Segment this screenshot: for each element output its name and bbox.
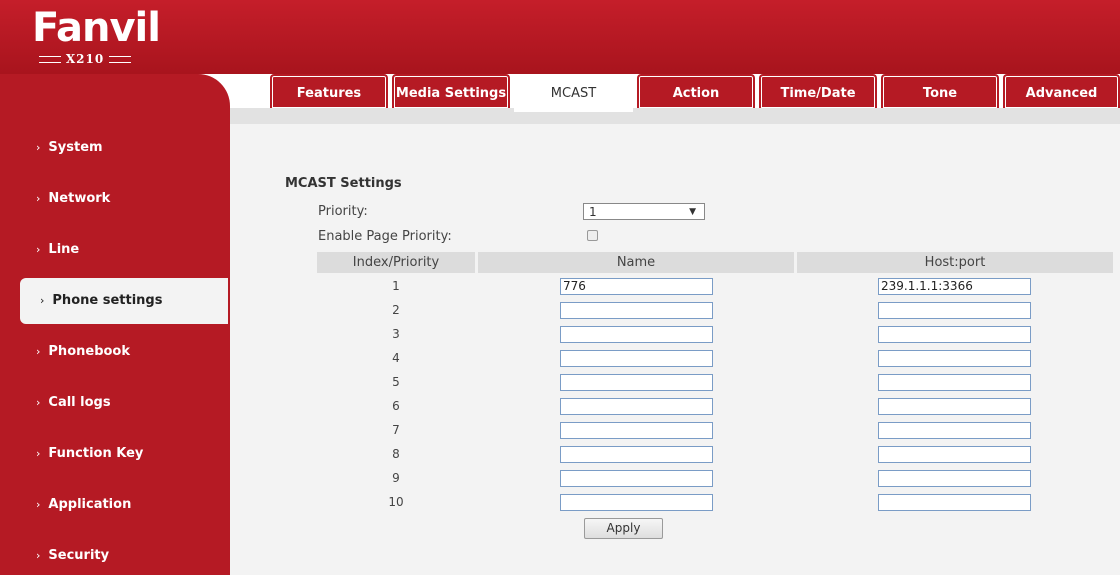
name-input[interactable]	[560, 470, 713, 487]
sidebar-item-function-key[interactable]: › Function Key	[0, 431, 228, 477]
chevron-right-icon: ›	[36, 396, 41, 409]
sidebar-item-network[interactable]: › Network	[0, 176, 228, 222]
sidebar-item-label: Phone settings	[52, 293, 163, 308]
tab-advanced[interactable]: Advanced	[1003, 74, 1120, 108]
host-port-input[interactable]	[878, 302, 1031, 319]
chevron-right-icon: ›	[36, 192, 41, 205]
sidebar-item-label: Phonebook	[48, 344, 131, 359]
row-index: 6	[392, 399, 400, 413]
row-index: 3	[392, 327, 400, 341]
sidebar-item-label: Application	[48, 497, 132, 512]
chevron-right-icon: ›	[36, 345, 41, 358]
host-port-input[interactable]	[878, 374, 1031, 391]
name-input[interactable]	[560, 374, 713, 391]
row-index: 5	[392, 375, 400, 389]
apply-button[interactable]: Apply	[584, 518, 663, 539]
tab-action[interactable]: Action	[637, 74, 755, 108]
chevron-right-icon: ›	[36, 498, 41, 511]
section-title: MCAST Settings	[285, 176, 402, 191]
sidebar-item-phonebook[interactable]: › Phonebook	[0, 329, 228, 375]
host-port-input[interactable]	[878, 326, 1031, 343]
chevron-right-icon: ›	[36, 141, 41, 154]
column-header-index: Index/Priority	[317, 252, 475, 273]
tab-media-settings[interactable]: Media Settings	[392, 74, 510, 108]
row-index: 7	[392, 423, 400, 437]
chevron-right-icon: ›	[36, 549, 41, 562]
tab-tone[interactable]: Tone	[881, 74, 999, 108]
fanvil-logo: Fanvil X210	[32, 6, 161, 66]
priority-select[interactable]: 1 ▼	[583, 203, 705, 220]
sidebar-item-label: Line	[48, 242, 80, 257]
sidebar-item-label: Network	[48, 191, 111, 206]
name-input[interactable]: 776	[560, 278, 713, 295]
host-port-input[interactable]: 239.1.1.1:3366	[878, 278, 1031, 295]
row-index: 4	[392, 351, 400, 365]
tab-features[interactable]: Features	[270, 74, 388, 108]
priority-label: Priority:	[318, 204, 368, 219]
name-input[interactable]	[560, 494, 713, 511]
row-index: 10	[388, 495, 404, 509]
sidebar-item-label: Function Key	[48, 446, 144, 461]
logo-text: Fanvil	[32, 5, 161, 51]
tab-strip-underline	[230, 108, 1120, 124]
sidebar-item-application[interactable]: › Application	[0, 482, 228, 528]
enable-page-priority-checkbox[interactable]	[587, 230, 598, 241]
sidebar-item-label: System	[48, 140, 103, 155]
name-input[interactable]	[560, 302, 713, 319]
model-name: X210	[32, 52, 138, 66]
header-bar: Fanvil X210	[0, 0, 1120, 74]
tab-mcast[interactable]: MCAST	[514, 74, 633, 112]
name-input[interactable]	[560, 446, 713, 463]
tab-time-date[interactable]: Time/Date	[759, 74, 877, 108]
column-header-name: Name	[478, 252, 794, 273]
sidebar-item-label: Security	[48, 548, 110, 563]
sidebar-item-call-logs[interactable]: › Call logs	[0, 380, 228, 426]
row-index: 8	[392, 447, 400, 461]
row-index: 9	[392, 471, 400, 485]
row-index: 1	[392, 279, 400, 293]
column-header-host: Host:port	[797, 252, 1113, 273]
enable-page-priority-label: Enable Page Priority:	[318, 229, 452, 244]
dropdown-arrow-icon: ▼	[689, 207, 696, 217]
chevron-right-icon: ›	[40, 294, 45, 307]
name-input[interactable]	[560, 422, 713, 439]
host-port-input[interactable]	[878, 350, 1031, 367]
sidebar-item-phone-settings[interactable]: › Phone settings	[20, 278, 228, 324]
host-port-input[interactable]	[878, 446, 1031, 463]
name-input[interactable]	[560, 326, 713, 343]
sidebar-item-line[interactable]: › Line	[0, 227, 228, 273]
host-port-input[interactable]	[878, 422, 1031, 439]
host-port-input[interactable]	[878, 398, 1031, 415]
chevron-right-icon: ›	[36, 243, 41, 256]
name-input[interactable]	[560, 350, 713, 367]
host-port-input[interactable]	[878, 470, 1031, 487]
sidebar-item-system[interactable]: › System	[0, 125, 228, 171]
chevron-right-icon: ›	[36, 447, 41, 460]
sidebar-item-label: Call logs	[48, 395, 111, 410]
name-input[interactable]	[560, 398, 713, 415]
row-index: 2	[392, 303, 400, 317]
priority-value: 1	[589, 205, 597, 219]
sidebar-item-security[interactable]: › Security	[0, 533, 228, 579]
host-port-input[interactable]	[878, 494, 1031, 511]
